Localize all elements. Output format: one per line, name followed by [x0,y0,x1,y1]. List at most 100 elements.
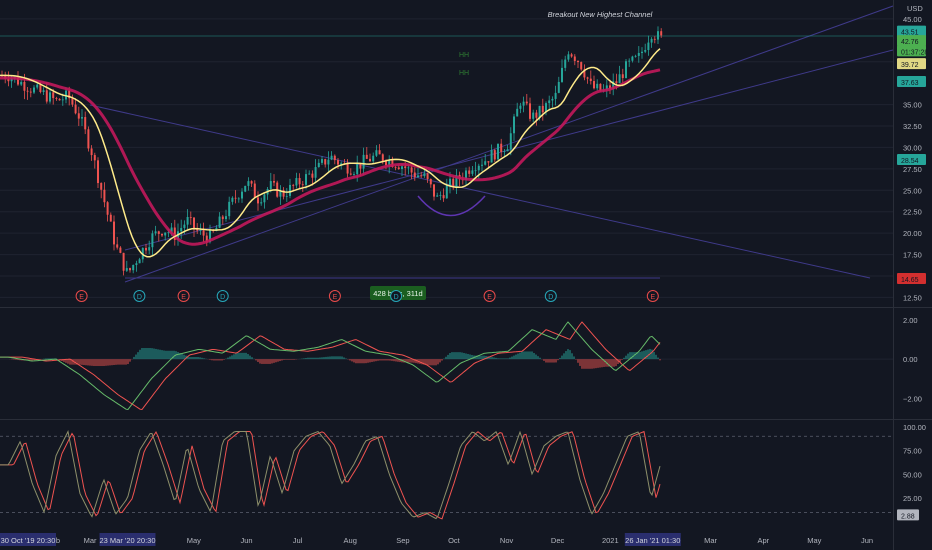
candle-body [87,129,90,149]
candle-body [218,216,221,228]
candle-body [199,230,202,232]
candle-body [241,191,243,199]
candle-body [621,74,624,79]
candle-body [273,181,275,183]
price-tick-label: 20.00 [903,229,922,238]
candle-body [394,167,397,168]
time-tick-label: Apr [757,536,769,545]
candle-body [314,167,317,178]
price-tick-label: 45.00 [903,15,922,24]
candle-body [49,92,51,102]
candle-body [33,87,35,93]
candle-body [439,195,442,196]
candle-body [372,155,375,162]
time-tick-label: Jul [293,536,303,545]
stoch-tick-label: 100.00 [903,423,926,432]
candle-body [557,81,560,93]
candle-body [247,181,250,186]
price-tick-label: 27.50 [903,165,922,174]
candle-body [397,167,400,170]
candle-body [522,101,525,106]
time-tick-label: Nov [500,536,514,545]
event-marker-label: D [137,294,142,301]
candle-body [164,232,167,236]
candle-body [586,77,589,79]
candle-body [362,154,365,169]
event-marker-label: E [79,294,84,301]
candle-body [429,178,432,185]
candle-body [61,99,64,101]
candle-body [490,150,493,163]
candle-body [618,74,621,84]
time-tick-label: Oct [448,536,461,545]
candle-body [157,231,160,234]
price-tick-label: 32.50 [903,122,922,131]
candle-body [253,183,256,198]
time-tick-label: Sep [396,536,409,545]
candle-body [487,161,490,163]
candle-body [109,214,112,222]
candle-body [125,268,128,271]
candle-body [541,105,544,113]
candle-body [337,160,339,165]
time-tick-label: Dec [551,536,565,545]
candle-body [404,166,407,168]
candle-body [625,61,627,79]
osc-tick-label: 2.00 [903,316,918,325]
candle-body [202,230,205,236]
candle-body [433,184,435,197]
candle-body [93,155,96,161]
stoch-tick-label: 25.00 [903,494,922,503]
candle-body [346,163,349,174]
candle-body [301,184,304,186]
candle-body [20,81,23,85]
price-tick-label: 12.50 [903,293,922,302]
price-label: 42.76 [901,39,919,46]
candle-body [189,216,192,218]
osc-tick-label: 0.00 [903,355,918,364]
candle-body [375,150,378,156]
candle-body [385,161,387,166]
candle-body [567,54,570,60]
candle-body [589,78,592,82]
candle-body [481,164,483,166]
price-tick-label: 30.00 [903,143,922,152]
price-tick-label: 35.00 [903,101,922,110]
candle-body [298,178,301,185]
candle-body [653,38,656,40]
candle-body [237,198,240,200]
candle-body [637,52,640,56]
candle-body [77,113,80,119]
candle-body [417,175,419,178]
candle-body [442,195,445,199]
candle-body [641,51,643,53]
candle-body [138,259,141,264]
price-tick-label: 22.50 [903,208,922,217]
candle-body [263,194,266,203]
price-tick-label: 17.50 [903,251,922,260]
candle-body [477,165,480,171]
candle-body [570,54,573,57]
candle-body [660,31,663,36]
candle-body [151,233,154,248]
candle-body [561,67,563,82]
candle-body [410,167,413,173]
candle-body [349,173,352,175]
candle-body [81,117,83,119]
candle-body [145,247,147,251]
trading-chart[interactable]: Breakout New Highest Channel HH HH 428 b… [0,0,932,550]
candle-body [330,155,333,160]
candle-body [615,81,618,84]
candle-body [551,98,554,101]
candle-body [554,92,557,99]
candle-body [250,181,253,184]
stoch-last-value: 2.88 [901,513,915,520]
candle-body [305,174,307,185]
candle-body [269,181,272,190]
candle-body [122,252,125,271]
candle-body [132,265,135,271]
candle-body [183,224,186,228]
candle-body [26,90,29,92]
candle-body [548,100,551,104]
time-tick-label-partial: b [56,536,60,545]
